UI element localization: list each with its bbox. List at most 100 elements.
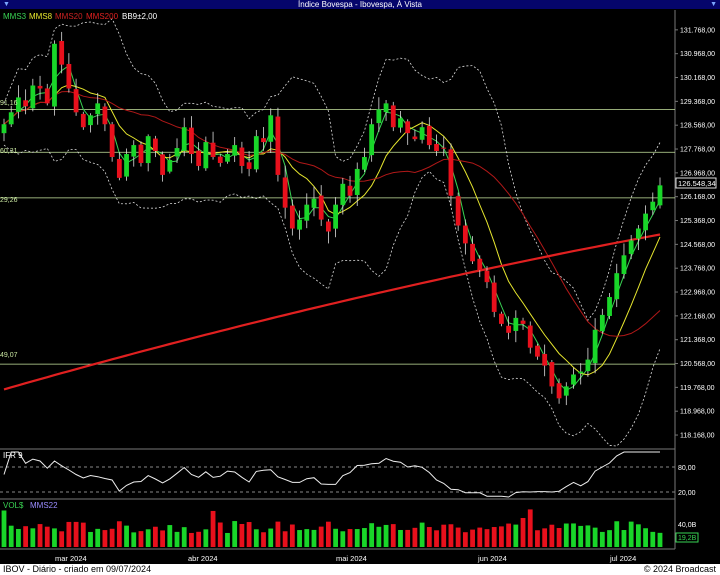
volume-bar: [383, 524, 389, 547]
candle-body: [160, 154, 165, 175]
volume-bar: [376, 526, 382, 547]
volume-bar: [109, 528, 115, 547]
volume-bar: [499, 526, 504, 547]
candle-body: [347, 185, 353, 196]
volume-bar: [189, 532, 194, 547]
legend-mms3: MMS3: [3, 12, 27, 21]
candle-body: [116, 158, 122, 178]
volume-bar: [203, 529, 209, 547]
candle-body: [383, 103, 389, 113]
candle-body: [232, 145, 238, 156]
volume-bar: [434, 530, 439, 547]
volume-bar: [131, 532, 137, 547]
volume-bar: [542, 528, 548, 547]
candle-body: [535, 345, 540, 357]
volume-bar: [369, 523, 375, 547]
volume-bar: [318, 526, 324, 547]
volume-bar: [390, 524, 396, 547]
volume-bar: [268, 528, 274, 547]
candle-body: [189, 127, 194, 155]
y-tick-label: 124.568,00: [680, 242, 715, 249]
candle-body: [527, 325, 533, 348]
candle-body: [599, 314, 605, 332]
volume-bar: [275, 521, 281, 547]
footer-bar: IBOV - Diário - criado em 09/07/2024 © 2…: [0, 564, 720, 575]
candle-body: [484, 270, 490, 283]
y-tick-label: 120.568,00: [680, 361, 715, 368]
candle-body: [268, 115, 274, 142]
volume-bar: [232, 521, 238, 547]
y-tick-label: 130.168,00: [680, 75, 715, 82]
volume-bar: [37, 524, 43, 547]
candle-body: [253, 136, 259, 170]
volume-label: VOL$: [3, 501, 24, 510]
candle-body: [131, 145, 137, 157]
candle-body: [369, 124, 375, 156]
volume-bar: [116, 521, 122, 547]
y-tick-label: 122.168,00: [680, 313, 715, 320]
y-tick-label: 126.968,00: [680, 170, 715, 177]
candle-body: [333, 204, 339, 229]
candle-body: [138, 144, 144, 163]
mms3-line: [3, 64, 661, 392]
volume-bar: [520, 517, 526, 547]
x-label-mai: mai 2024: [336, 554, 367, 563]
candle-body: [102, 106, 108, 125]
candle-body: [167, 159, 173, 172]
volume-last-value: 19,2B: [678, 535, 697, 542]
volume-bar: [657, 532, 663, 547]
candle-body: [37, 85, 43, 89]
x-label-mar: mar 2024: [55, 554, 87, 563]
volume-bar: [362, 528, 367, 547]
candle-body: [66, 63, 72, 89]
candle-body: [8, 112, 14, 125]
candle-body: [426, 125, 432, 146]
candle-body: [419, 127, 425, 140]
candle-body: [376, 109, 382, 124]
volume-bar: [261, 532, 266, 547]
candle-body: [23, 100, 29, 107]
footer-copyright: © 2024 Broadcast: [643, 564, 716, 574]
y-tick-label: 122.968,00: [680, 290, 715, 297]
volume-bar: [325, 521, 331, 547]
ifr-tick-20: 20,00: [678, 490, 696, 497]
ifr-line: [3, 451, 660, 498]
ifr-tick-80: 80,00: [678, 465, 696, 472]
volume-bar: [59, 531, 65, 547]
volume-bar: [347, 529, 353, 547]
y-tick-label: 130.968,00: [680, 51, 715, 58]
volume-bar: [289, 524, 295, 547]
candle-body: [455, 196, 461, 226]
volume-bar: [246, 522, 252, 547]
candle-body: [289, 205, 295, 229]
candle-body: [145, 136, 151, 164]
candle-body: [448, 149, 454, 196]
candle-body: [152, 138, 158, 152]
volume-ma-label: MMS22: [30, 501, 58, 510]
volume-bar: [138, 531, 144, 547]
candle-body: [203, 142, 209, 169]
volume-bar: [44, 526, 50, 547]
indicator-legend: MMS3 MMS8 MMS20 MMS200 BB9±2,00: [3, 12, 158, 21]
volume-bar: [340, 531, 346, 547]
candle-body: [585, 359, 591, 372]
volume-bar: [196, 531, 202, 547]
hline-label: 91,16: [0, 100, 18, 107]
y-tick-label: 129.368,00: [680, 99, 715, 106]
volume-bar: [398, 529, 403, 547]
candle-body: [405, 121, 411, 134]
candle-body: [225, 154, 230, 162]
volume-bar: [88, 531, 93, 547]
legend-bb: BB9±2,00: [122, 12, 158, 21]
volume-bar: [535, 530, 540, 547]
hline-label: 60,31: [0, 148, 18, 155]
volume-bar: [549, 524, 555, 547]
y-tick-label: 126.168,00: [680, 194, 715, 201]
volume-bar: [102, 530, 108, 547]
volume-bar: [167, 525, 173, 547]
volume-bar: [282, 531, 288, 547]
candle-body: [362, 157, 367, 170]
y-tick-label: 118.168,00: [680, 433, 715, 440]
volume-bar: [52, 528, 57, 547]
volume-bar: [311, 529, 317, 547]
